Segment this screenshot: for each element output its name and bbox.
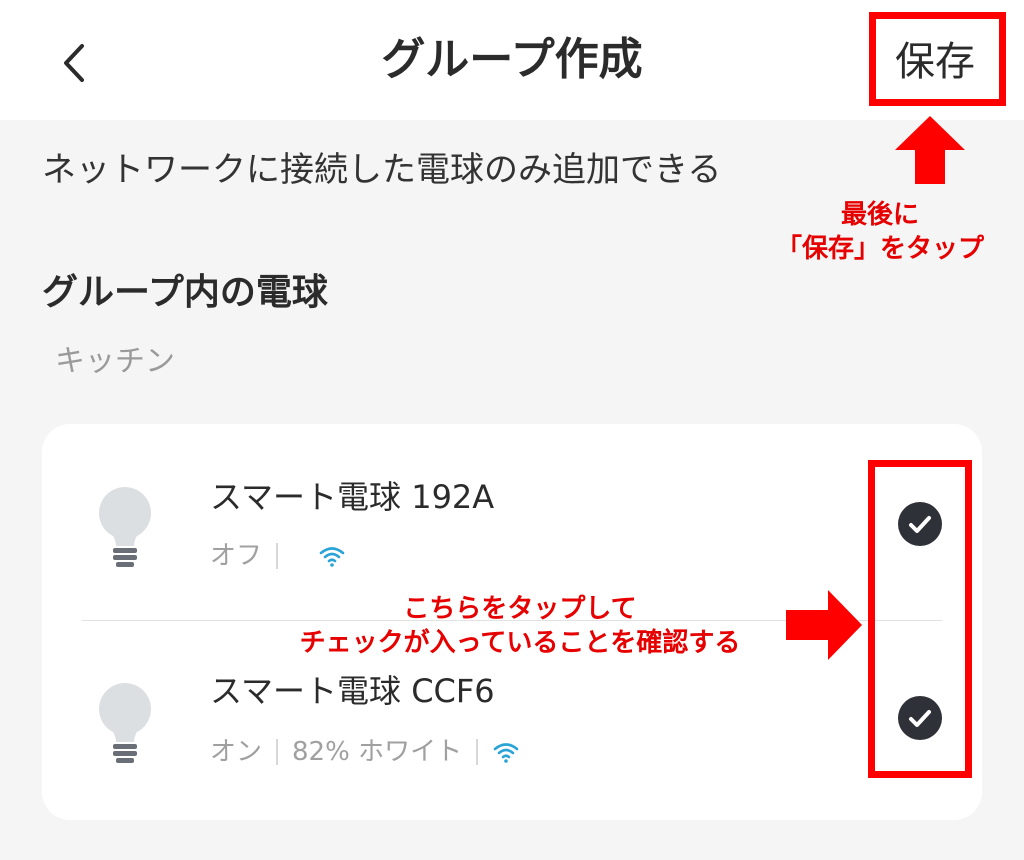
wifi-icon: [493, 743, 519, 763]
network-note: ネットワークに接続した電球のみ追加できる: [42, 150, 722, 190]
save-annotation-line1: 最後に: [840, 200, 919, 230]
back-button[interactable]: [50, 38, 100, 88]
status-separator: [276, 739, 279, 765]
section-title: グループ内の電球: [42, 272, 328, 313]
status-separator: [476, 739, 479, 765]
up-arrow-annotation: [895, 116, 965, 184]
device-row[interactable]: スマート電球 CCF6 オン 82% ホワイト: [42, 620, 982, 820]
checkmark-highlight-box: [868, 460, 972, 778]
device-name: スマート電球 CCF6: [210, 672, 495, 710]
device-row[interactable]: スマート電球 192A オフ: [42, 424, 982, 620]
device-list-card: スマート電球 192A オフ スマート電球 CCF6 オン 82% ホワイト: [42, 424, 982, 820]
lightbulb-icon: [99, 683, 151, 763]
power-status: オン: [210, 737, 263, 767]
status-separator: [276, 543, 279, 569]
wifi-icon: [319, 547, 345, 567]
brightness-status: 82% ホワイト: [292, 737, 463, 767]
group-name: キッチン: [55, 344, 175, 379]
save-annotation: 最後に 「保存」をタップ: [750, 198, 1010, 266]
device-status: オフ: [210, 536, 346, 576]
save-annotation-line2: 「保存」をタップ: [775, 234, 984, 264]
chevron-left-icon: [64, 44, 84, 82]
lightbulb-icon: [99, 487, 151, 567]
device-name: スマート電球 192A: [210, 478, 495, 516]
save-highlight-box: [869, 12, 1006, 106]
device-status: オン 82% ホワイト: [210, 732, 520, 772]
power-status: オフ: [210, 541, 263, 571]
